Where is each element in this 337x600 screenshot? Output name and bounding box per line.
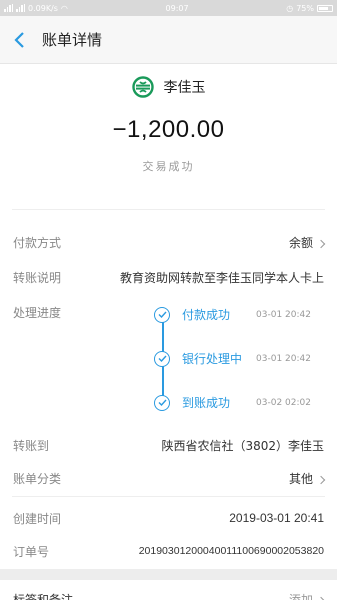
category-value: 其他 (288, 471, 313, 486)
category-row[interactable]: 账单分类 其他 (13, 460, 326, 496)
back-button[interactable] (8, 28, 32, 52)
chevron-right-icon (316, 596, 326, 600)
page-title: 账单详情 (42, 31, 103, 49)
chevron-right-icon (316, 239, 326, 248)
bill-card: 李佳玉 −1,200.00 交易成功 付款方式 余额 转账说明 教育资助网转款至… (0, 64, 337, 569)
to-value: 陕西省农信社（3802）李佳玉 (161, 438, 324, 453)
to-row: 转账到 陕西省农信社（3802）李佳玉 (13, 430, 324, 460)
tags-section: 标签和备注 添加 (0, 580, 337, 600)
battery-percent: 75% (296, 3, 314, 13)
progress-label: 处理进度 (13, 306, 62, 320)
merchant-name: 李佳玉 (163, 80, 206, 96)
amount: −1,200.00 (112, 116, 225, 143)
bank-logo-icon (131, 76, 154, 98)
clock: 09:07 (165, 3, 189, 13)
progress-section: 处理进度 付款成功 03-01 20:42 银行处理中 03-01 20:42 … (13, 288, 324, 428)
created-value: 2019-03-01 20:41 (229, 511, 324, 525)
created-row: 创建时间 2019-03-01 20:41 (13, 497, 324, 539)
signal-icon (4, 4, 13, 12)
status-bar: 0.09K/s ◠ 09:07 ◷ 75% (0, 0, 337, 16)
to-label: 转账到 (13, 438, 50, 453)
pay-method-label: 付款方式 (13, 235, 62, 250)
check-icon (154, 306, 170, 323)
order-row: 订单号 20190301200040011100690002053820 (13, 539, 324, 569)
chevron-right-icon (316, 475, 326, 484)
alarm-icon: ◷ (286, 3, 294, 13)
created-label: 创建时间 (13, 511, 62, 526)
step-name: 付款成功 (182, 308, 231, 322)
nav-bar: 账单详情 (0, 16, 337, 64)
chevron-left-icon (14, 31, 24, 48)
pay-method-row[interactable]: 付款方式 余额 (13, 218, 326, 266)
step-name: 到账成功 (182, 396, 231, 410)
pay-method-value: 余额 (288, 235, 313, 250)
order-label: 订单号 (13, 544, 50, 559)
category-label: 账单分类 (13, 471, 62, 486)
progress-step-1: 付款成功 03-01 20:42 (154, 306, 311, 323)
step-time: 03-01 20:42 (256, 309, 311, 320)
tags-row[interactable]: 标签和备注 添加 (13, 580, 326, 600)
bill-header: 李佳玉 −1,200.00 交易成功 (12, 64, 325, 210)
note-row: 转账说明 教育资助网转款至李佳玉同学本人卡上 (13, 266, 324, 288)
note-label: 转账说明 (13, 270, 62, 285)
tags-label: 标签和备注 (13, 592, 74, 600)
battery-icon (316, 4, 333, 12)
transaction-status: 交易成功 (142, 160, 195, 173)
section-gap (0, 569, 337, 580)
check-icon (154, 350, 170, 367)
step-name: 银行处理中 (182, 352, 243, 366)
signal-icon-2 (16, 4, 25, 12)
progress-step-3: 到账成功 03-02 02:02 (154, 394, 311, 411)
step-time: 03-02 02:02 (256, 397, 311, 408)
merchant: 李佳玉 (131, 76, 206, 98)
note-value: 教育资助网转款至李佳玉同学本人卡上 (119, 270, 324, 285)
progress-step-2: 银行处理中 03-01 20:42 (154, 350, 311, 367)
network-speed: 0.09K/s (28, 3, 58, 13)
wifi-icon: ◠ (60, 3, 68, 13)
order-value: 20190301200040011100690002053820 (138, 545, 324, 557)
check-icon (154, 394, 170, 411)
step-time: 03-01 20:42 (256, 353, 311, 364)
detail-rows: 付款方式 余额 转账说明 教育资助网转款至李佳玉同学本人卡上 处理进度 付款成功… (0, 218, 337, 496)
tags-add: 添加 (288, 592, 313, 600)
